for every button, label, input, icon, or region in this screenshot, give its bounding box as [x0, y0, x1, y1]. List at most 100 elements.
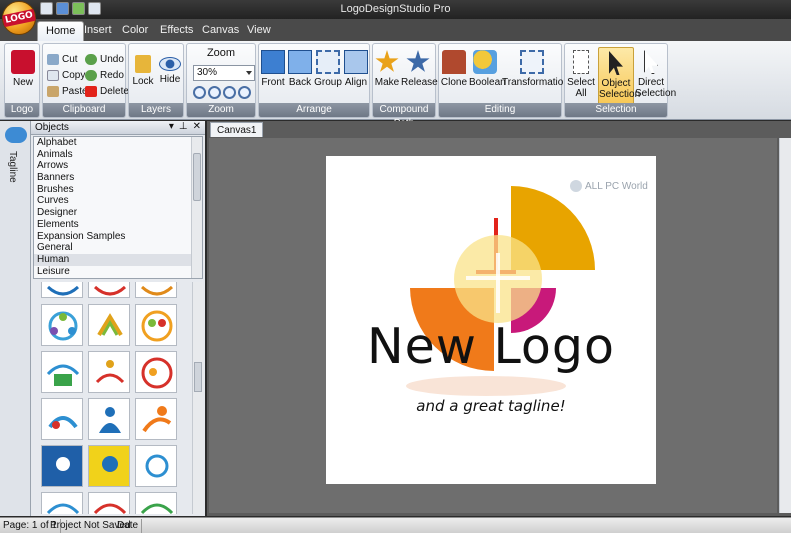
symbol-thumbnail[interactable]	[41, 398, 83, 440]
zoom-tools	[193, 86, 251, 99]
cut-button[interactable]: Cut	[45, 52, 78, 67]
group-editing: Clone Boolean Transformation Editing	[438, 43, 569, 118]
canvas-viewport[interactable]: ALL PC World New Logo and a great taglin…	[209, 138, 777, 513]
app-menu-button[interactable]: LOGO	[2, 1, 36, 35]
stamp-icon	[442, 50, 466, 74]
group-button[interactable]: Group	[314, 47, 342, 103]
symbol-thumbnail[interactable]	[41, 492, 83, 514]
tab-view[interactable]: View	[239, 21, 279, 41]
copy-button[interactable]: Copy	[45, 68, 85, 83]
align-button[interactable]: Align	[343, 47, 369, 103]
chevron-down-icon	[246, 71, 252, 75]
tab-canvas1[interactable]: Canvas1	[210, 122, 264, 137]
boolean-button[interactable]: Boolean	[469, 47, 506, 103]
group-logo: New Logo	[4, 43, 40, 118]
dropdown-icon[interactable]: ▾	[169, 121, 174, 132]
list-item[interactable]: Banners	[34, 172, 202, 184]
direct-cursor-icon	[644, 50, 658, 74]
list-item[interactable]: Animals	[34, 149, 202, 161]
group-selection: Select All Object Selection Direct Selec…	[564, 43, 676, 118]
pin-icon[interactable]: ⊥	[179, 121, 188, 132]
side-panel-tabs: Tagline	[0, 121, 31, 516]
logo-gap-vertical	[496, 253, 500, 313]
design-page[interactable]: ALL PC World New Logo and a great taglin…	[326, 156, 656, 484]
list-item[interactable]: General	[34, 242, 202, 254]
list-item-selected[interactable]: Human	[34, 253, 202, 266]
canvas-area: Canvas1 ALL PC World New Logo and a grea…	[207, 121, 791, 516]
redo-button[interactable]: Redo	[83, 68, 124, 83]
tab-insert[interactable]: Insert	[76, 21, 120, 41]
symbol-thumbnail[interactable]	[41, 304, 83, 346]
direct-selection-button[interactable]: Direct Selection	[635, 47, 676, 103]
select-all-button[interactable]: Select All	[566, 47, 596, 103]
list-scrollbar[interactable]	[191, 137, 202, 278]
symbol-thumbnail[interactable]	[88, 282, 130, 298]
front-button[interactable]: Front	[260, 47, 286, 103]
symbol-thumbnail[interactable]	[41, 351, 83, 393]
hide-button[interactable]: Hide	[157, 47, 183, 103]
symbol-thumbnail[interactable]	[88, 351, 130, 393]
new-logo-button[interactable]: New	[6, 47, 40, 103]
zoom-actual-icon[interactable]	[238, 86, 251, 99]
symbol-thumbnail[interactable]	[88, 398, 130, 440]
symbol-thumbnail[interactable]	[135, 398, 177, 440]
symbol-thumbnail[interactable]	[135, 492, 177, 514]
watermark-icon	[570, 180, 582, 192]
list-item[interactable]: Brushes	[34, 184, 202, 196]
logo-title-text[interactable]: New Logo	[356, 318, 626, 375]
ribbon: New Logo Cut Copy Paste Undo Redo Delete…	[0, 41, 791, 129]
watermark: ALL PC World	[570, 180, 648, 192]
close-icon[interactable]: ✕	[193, 121, 201, 132]
category-list[interactable]: Alphabet Animals Arrows Banners Brushes …	[33, 136, 203, 279]
zoom-in-icon[interactable]	[208, 86, 221, 99]
group-icon	[316, 50, 340, 74]
lock-button[interactable]: Lock	[130, 47, 156, 103]
tab-tagline[interactable]: Tagline	[7, 151, 18, 183]
list-item[interactable]: Elements	[34, 219, 202, 231]
symbol-thumbnail[interactable]	[88, 304, 130, 346]
symbol-thumbnail[interactable]	[41, 282, 83, 298]
symbol-thumbnail[interactable]	[88, 445, 130, 487]
symbol-gallery	[39, 282, 194, 514]
scissors-icon	[47, 54, 59, 65]
canvas-vertical-scrollbar[interactable]	[779, 138, 791, 513]
speech-bubble-icon[interactable]	[5, 127, 27, 143]
symbol-thumbnail[interactable]	[135, 304, 177, 346]
scrollbar-thumb[interactable]	[194, 362, 202, 392]
group-compound-path: Make Release Compound Path	[372, 43, 438, 129]
release-button[interactable]: Release	[401, 47, 438, 103]
list-item[interactable]: Leisure	[34, 266, 202, 278]
list-item[interactable]: Expansion Samples	[34, 231, 202, 243]
delete-button[interactable]: Delete	[83, 84, 129, 99]
tab-color[interactable]: Color	[114, 21, 156, 41]
list-item[interactable]: Designer	[34, 207, 202, 219]
logo-tagline-text[interactable]: and a great tagline!	[356, 397, 626, 415]
clone-button[interactable]: Clone	[440, 47, 468, 103]
symbol-thumbnail[interactable]	[135, 351, 177, 393]
zoom-out-icon[interactable]	[223, 86, 236, 99]
group-clipboard: Cut Copy Paste Undo Redo Delete Clipboar…	[42, 43, 129, 118]
list-item[interactable]: Arrows	[34, 160, 202, 172]
zoom-fit-icon[interactable]	[193, 86, 206, 99]
undo-button[interactable]: Undo	[83, 52, 124, 67]
back-button[interactable]: Back	[287, 47, 313, 103]
new-logo-icon	[11, 50, 35, 74]
select-all-icon	[573, 50, 589, 74]
list-item[interactable]: Curves	[34, 195, 202, 207]
status-date: Date	[114, 519, 143, 533]
gallery-scrollbar[interactable]	[192, 282, 203, 514]
symbol-thumbnail[interactable]	[135, 282, 177, 298]
list-item[interactable]: Alphabet	[34, 137, 202, 149]
symbol-thumbnail[interactable]	[135, 445, 177, 487]
make-button[interactable]: Make	[374, 47, 400, 103]
symbol-thumbnail[interactable]	[88, 492, 130, 514]
paste-button[interactable]: Paste	[45, 84, 88, 99]
object-selection-button[interactable]: Object Selection	[598, 47, 640, 105]
transformation-button[interactable]: Transformation	[502, 47, 569, 103]
group-zoom: Zoom 30% Zoom	[186, 43, 256, 118]
send-back-icon	[288, 50, 312, 74]
align-icon	[344, 50, 368, 74]
scrollbar-thumb[interactable]	[193, 153, 201, 201]
zoom-level-select[interactable]: 30%	[193, 65, 255, 81]
symbol-thumbnail[interactable]	[41, 445, 83, 487]
